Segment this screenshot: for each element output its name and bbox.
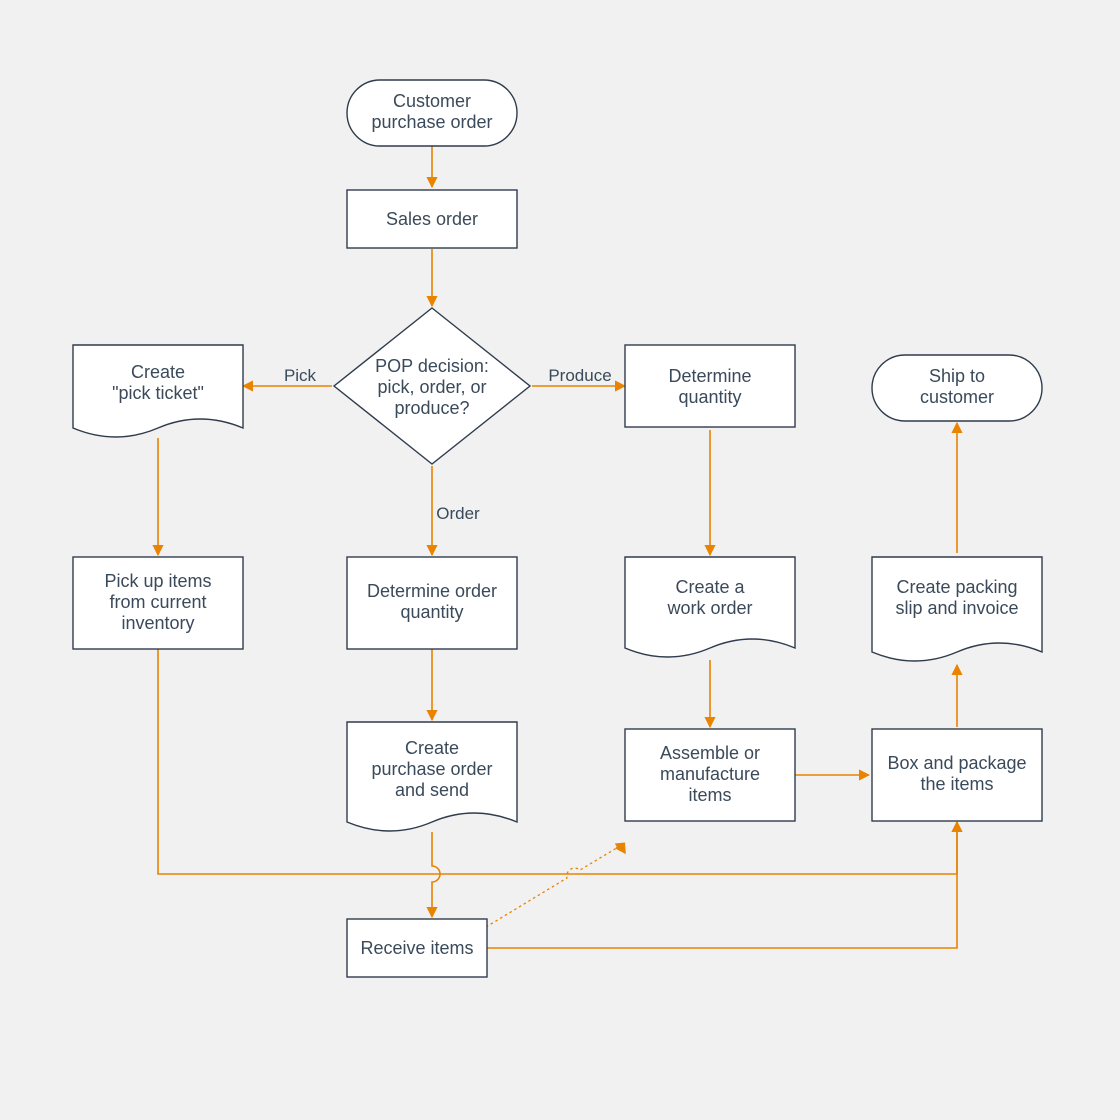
node-text: "pick ticket" [112, 383, 204, 403]
node-text: items [688, 785, 731, 805]
node-text: Determine [668, 366, 751, 386]
node-text: customer [920, 387, 994, 407]
edge-label-pick: Pick [284, 366, 317, 385]
node-sales-order: Sales order [347, 190, 517, 248]
node-text: quantity [400, 602, 463, 622]
node-text: Customer [393, 91, 471, 111]
node-assemble: Assemble or manufacture items [625, 729, 795, 821]
edge-receive-to-assemble-dotted [486, 843, 625, 927]
node-text: Sales order [386, 209, 478, 229]
node-text: Create packing [896, 577, 1017, 597]
node-receive-items: Receive items [347, 919, 487, 977]
node-text: Pick up items [104, 571, 211, 591]
node-determine-quantity: Determine quantity [625, 345, 795, 427]
node-text: manufacture [660, 764, 760, 784]
edge-pickup-to-box [158, 649, 957, 874]
edge-receive-to-box [486, 822, 957, 948]
edge-label-order: Order [436, 504, 480, 523]
node-text: Assemble or [660, 743, 760, 763]
node-text: produce? [394, 398, 469, 418]
node-text: Ship to [929, 366, 985, 386]
node-pop-decision: POP decision: pick, order, or produce? [334, 308, 530, 464]
node-text: quantity [678, 387, 741, 407]
edge-receive-to-assemble-arrowhead [616, 843, 631, 857]
node-text: inventory [121, 613, 194, 633]
node-text: Create [131, 362, 185, 382]
node-text: the items [920, 774, 993, 794]
node-text: from current [109, 592, 206, 612]
flowchart-canvas: Pick Produce Order Customer purchase ord… [0, 0, 1120, 1120]
node-text: Box and package [887, 753, 1026, 773]
node-text: slip and invoice [895, 598, 1018, 618]
node-text: pick, order, or [377, 377, 486, 397]
node-ship-to-customer: Ship to customer [872, 355, 1042, 421]
node-pickup-items: Pick up items from current inventory [73, 557, 243, 649]
edge-label-produce: Produce [548, 366, 611, 385]
node-customer-purchase-order: Customer purchase order [347, 80, 517, 146]
node-pick-ticket: Create "pick ticket" [73, 345, 243, 437]
node-determine-order-quantity: Determine order quantity [347, 557, 517, 649]
node-text: and send [395, 780, 469, 800]
node-packing-slip: Create packing slip and invoice [872, 557, 1042, 661]
node-text: work order [666, 598, 752, 618]
node-text: Receive items [360, 938, 473, 958]
node-create-po: Create purchase order and send [347, 722, 517, 831]
node-box-package: Box and package the items [872, 729, 1042, 821]
node-text: Determine order [367, 581, 497, 601]
node-text: purchase order [371, 112, 492, 132]
node-text: Create [405, 738, 459, 758]
node-text: purchase order [371, 759, 492, 779]
node-work-order: Create a work order [625, 557, 795, 657]
node-text: POP decision: [375, 356, 489, 376]
node-text: Create a [675, 577, 745, 597]
